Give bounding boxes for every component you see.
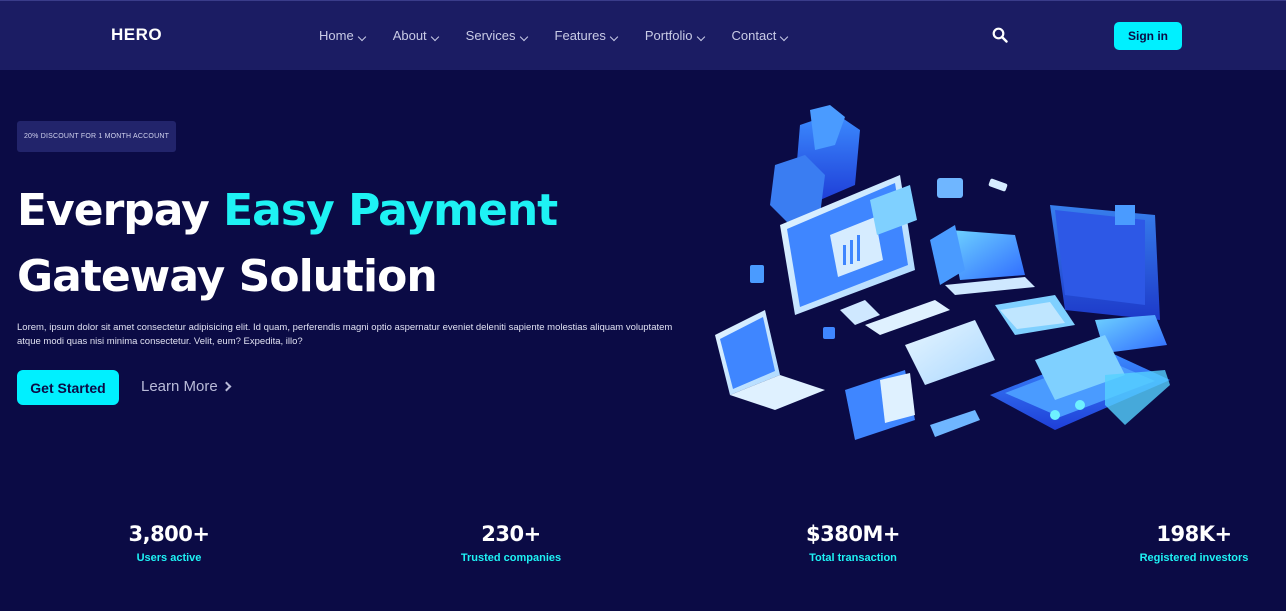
nav-item-label: Contact xyxy=(731,28,777,43)
chevron-down-icon xyxy=(430,32,439,41)
learn-more-link[interactable]: Learn More xyxy=(141,378,232,395)
stat-value: $380M+ xyxy=(806,522,900,546)
nav-item-contact[interactable]: Contact xyxy=(731,28,789,43)
stat-registered-investors: 198K+ Registered investors xyxy=(1134,522,1254,564)
isometric-payment-devices-illustration xyxy=(715,105,1170,440)
chevron-down-icon xyxy=(609,32,619,41)
nav-item-about[interactable]: About xyxy=(392,28,439,43)
nav-item-label: Features xyxy=(554,28,606,43)
headline-accent: Easy Payment xyxy=(223,185,558,236)
chevron-right-icon xyxy=(221,381,232,392)
stat-value: 230+ xyxy=(481,522,541,546)
nav-item-label: Home xyxy=(319,28,354,43)
chevron-down-icon xyxy=(696,32,705,41)
chevron-down-icon xyxy=(357,32,366,41)
stat-label: Users active xyxy=(136,552,202,564)
nav-item-label: About xyxy=(392,28,427,43)
navbar: HERO Home About Services Features Portfo… xyxy=(0,0,1286,70)
stat-label: Registered investors xyxy=(1139,552,1249,564)
stat-trusted-companies: 230+ Trusted companies xyxy=(451,522,571,564)
logo[interactable]: HERO xyxy=(111,25,162,45)
nav-item-portfolio[interactable]: Portfolio xyxy=(644,28,705,43)
hero-description: Lorem, ipsum dolor sit amet consectetur … xyxy=(17,322,673,347)
nav-item-services[interactable]: Services xyxy=(465,28,528,43)
nav-item-features[interactable]: Features xyxy=(554,28,619,43)
learn-more-label: Learn More xyxy=(141,378,218,395)
search-icon[interactable] xyxy=(992,27,1008,43)
nav-item-label: Services xyxy=(465,28,516,43)
stat-label: Total transaction xyxy=(809,552,897,564)
nav-item-label: Portfolio xyxy=(644,28,693,43)
nav-item-home[interactable]: Home xyxy=(319,28,366,43)
sign-in-button[interactable]: Sign in xyxy=(1114,22,1182,50)
chevron-down-icon xyxy=(519,32,528,41)
stat-value: 3,800+ xyxy=(128,522,210,546)
chevron-down-icon xyxy=(780,32,789,41)
get-started-button[interactable]: Get Started xyxy=(17,370,119,405)
hero-headline: Everpay Easy Payment Gateway Solution xyxy=(17,178,657,310)
nav-menu: Home About Services Features Portfolio C… xyxy=(319,28,815,43)
stat-users-active: 3,800+ Users active xyxy=(119,522,219,564)
stat-label: Trusted companies xyxy=(460,552,562,564)
headline-part1: Everpay xyxy=(17,185,224,236)
discount-badge: 20% DISCOUNT FOR 1 MONTH ACCOUNT xyxy=(17,121,176,152)
stat-value: 198K+ xyxy=(1156,522,1232,546)
headline-part2: Gateway Solution xyxy=(17,251,438,302)
stat-total-transaction: $380M+ Total transaction xyxy=(798,522,908,564)
